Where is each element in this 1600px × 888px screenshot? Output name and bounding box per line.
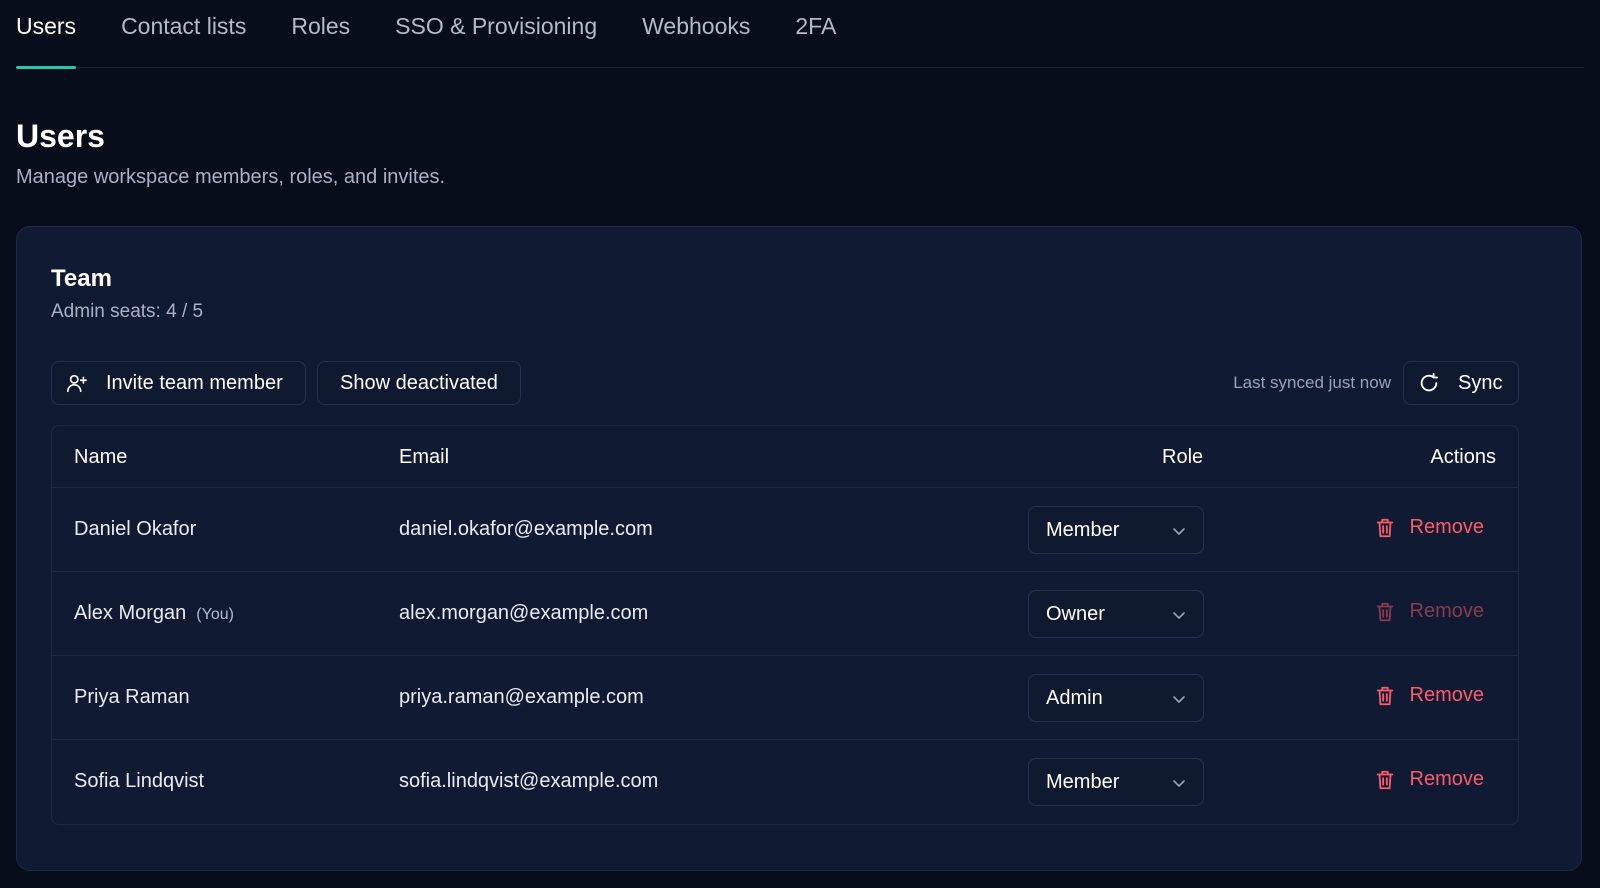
role-select[interactable]: Owner	[1028, 590, 1204, 638]
remove-user-button-disabled[interactable]: Remove	[1374, 600, 1484, 623]
trash-icon	[1374, 517, 1396, 539]
column-header-role: Role	[1162, 446, 1204, 468]
remove-label: Remove	[1409, 600, 1484, 622]
table-row: Alex Morgan (You) alex.morgan@example.com…	[52, 572, 1518, 656]
chevron-down-icon	[1171, 691, 1187, 712]
remove-user-button[interactable]: Remove	[1374, 684, 1484, 707]
table-row: Sofia Lindqvist sofia.lindqvist@example.…	[52, 740, 1518, 824]
role-select-value: Owner	[1046, 602, 1105, 625]
column-header-name: Name	[74, 446, 128, 468]
role-select[interactable]: Admin	[1028, 674, 1204, 722]
user-plus-icon	[66, 372, 88, 394]
tab-webhooks[interactable]: Webhooks	[642, 0, 750, 68]
sync-button[interactable]: Sync	[1403, 361, 1519, 405]
user-name-text: Daniel Okafor	[74, 518, 197, 540]
user-name-text: Sofia Lindqvist	[74, 770, 205, 792]
user-email: daniel.okafor@example.com	[399, 518, 653, 540]
team-title: Team	[51, 265, 112, 292]
role-select-value: Member	[1046, 518, 1120, 541]
remove-label: Remove	[1409, 684, 1484, 706]
users-table: Name Email Role Actions Daniel Okafor da…	[51, 425, 1519, 825]
user-email: sofia.lindqvist@example.com	[399, 770, 659, 792]
user-name-text: Priya Raman	[74, 686, 190, 708]
remove-user-button[interactable]: Remove	[1374, 768, 1484, 791]
admin-seats-count: Admin seats: 4 / 5	[51, 301, 204, 322]
remove-label: Remove	[1409, 768, 1484, 790]
trash-icon	[1374, 685, 1396, 707]
chevron-down-icon	[1171, 775, 1187, 796]
user-name: Alex Morgan (You)	[74, 602, 234, 625]
role-select-value: Member	[1046, 770, 1120, 793]
show-deactivated-label: Show deactivated	[340, 371, 498, 394]
trash-icon	[1374, 601, 1396, 623]
last-synced-status: Last synced just now	[1233, 373, 1391, 392]
trash-icon	[1374, 769, 1396, 791]
role-select[interactable]: Member	[1028, 506, 1204, 554]
invite-button-label: Invite team member	[106, 371, 283, 394]
tab-users[interactable]: Users	[16, 0, 77, 69]
role-select[interactable]: Member	[1028, 758, 1204, 806]
tab-contact-lists[interactable]: Contact lists	[121, 0, 246, 68]
show-deactivated-button[interactable]: Show deactivated	[317, 361, 521, 405]
tab-sso-provisioning[interactable]: SSO & Provisioning	[395, 0, 597, 68]
table-row: Daniel Okafor daniel.okafor@example.com …	[52, 488, 1518, 572]
user-name: Daniel Okafor	[74, 518, 196, 541]
invite-team-member-button[interactable]: Invite team member	[51, 361, 306, 405]
remove-user-button[interactable]: Remove	[1374, 516, 1484, 539]
user-email: priya.raman@example.com	[399, 686, 644, 708]
tab-roles[interactable]: Roles	[291, 0, 350, 68]
remove-label: Remove	[1409, 516, 1484, 538]
user-email: alex.morgan@example.com	[399, 602, 649, 624]
settings-tabs: Users Contact lists Roles SSO & Provisio…	[16, 0, 1584, 69]
sync-button-label: Sync	[1458, 371, 1503, 394]
user-name-text: Alex Morgan	[74, 602, 187, 624]
role-select-value: Admin	[1046, 686, 1103, 709]
tab-2fa[interactable]: 2FA	[795, 0, 836, 68]
column-header-actions: Actions	[1430, 446, 1496, 468]
team-card: Team Admin seats: 4 / 5 Invite team memb…	[16, 226, 1582, 871]
you-tag: (You)	[196, 606, 234, 623]
user-name: Priya Raman	[74, 686, 190, 709]
page-subtitle: Manage workspace members, roles, and inv…	[16, 166, 446, 188]
chevron-down-icon	[1171, 607, 1187, 628]
table-header: Name Email Role Actions	[52, 426, 1518, 488]
table-row: Priya Raman priya.raman@example.com Admi…	[52, 656, 1518, 740]
user-name: Sofia Lindqvist	[74, 770, 204, 793]
page-title: Users	[16, 118, 105, 154]
refresh-icon	[1418, 372, 1440, 394]
chevron-down-icon	[1171, 523, 1187, 544]
column-header-email: Email	[399, 446, 450, 468]
